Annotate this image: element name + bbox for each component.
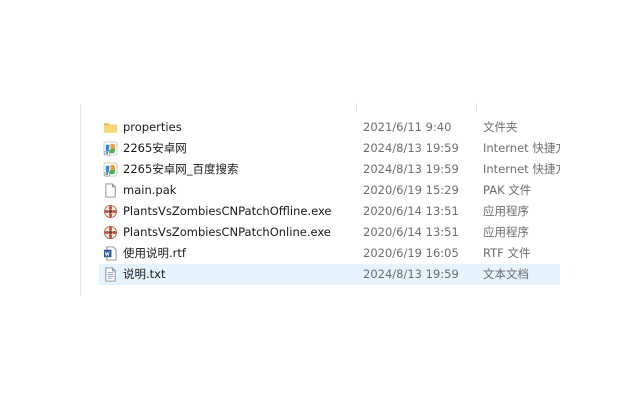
text-document-icon	[103, 267, 118, 282]
file-date-modified: 2020/6/14 13:51	[363, 225, 459, 239]
word-document-icon	[103, 246, 118, 261]
file-name: main.pak	[123, 183, 177, 197]
file-date-modified: 2020/6/19 15:29	[363, 183, 459, 197]
blank-file-icon	[103, 183, 118, 198]
file-type: 应用程序	[483, 225, 529, 239]
file-row[interactable]: properties 2021/6/11 9:40 文件夹	[99, 117, 560, 138]
file-name: PlantsVsZombiesCNPatchOffline.exe	[123, 204, 332, 218]
file-type: PAK 文件	[483, 183, 532, 197]
file-date-modified: 2020/6/19 16:05	[363, 246, 459, 260]
file-type: Internet 快捷方式	[483, 162, 560, 176]
folder-icon	[103, 120, 118, 135]
file-date-modified: 2024/8/13 19:59	[363, 162, 459, 176]
flower-app-icon	[103, 204, 118, 219]
file-date-modified: 2021/6/11 9:40	[363, 120, 452, 134]
file-row[interactable]: PlantsVsZombiesCNPatchOnline.exe 2020/6/…	[99, 222, 560, 243]
file-type: Internet 快捷方式	[483, 141, 560, 155]
file-type: RTF 文件	[483, 246, 531, 260]
file-row[interactable]: 说明.txt 2024/8/13 19:59 文本文档	[99, 264, 560, 285]
file-name: 2265安卓网_百度搜索	[123, 162, 239, 176]
file-name: properties	[123, 120, 182, 134]
file-list: properties 2021/6/11 9:40 文件夹 2265安卓网 20…	[99, 117, 560, 285]
navigation-pane-divider	[80, 104, 81, 296]
file-name: 使用说明.rtf	[123, 246, 186, 260]
column-divider-date[interactable]	[356, 103, 357, 112]
file-type: 应用程序	[483, 204, 529, 218]
file-row[interactable]: main.pak 2020/6/19 15:29 PAK 文件	[99, 180, 560, 201]
internet-shortcut-icon	[103, 162, 118, 177]
file-row[interactable]: 使用说明.rtf 2020/6/19 16:05 RTF 文件	[99, 243, 560, 264]
file-row[interactable]: 2265安卓网 2024/8/13 19:59 Internet 快捷方式	[99, 138, 560, 159]
file-name: PlantsVsZombiesCNPatchOnline.exe	[123, 225, 331, 239]
flower-app-icon	[103, 225, 118, 240]
file-explorer-window: properties 2021/6/11 9:40 文件夹 2265安卓网 20…	[0, 0, 640, 400]
file-row[interactable]: 2265安卓网_百度搜索 2024/8/13 19:59 Internet 快捷…	[99, 159, 560, 180]
internet-shortcut-icon	[103, 141, 118, 156]
file-name: 2265安卓网	[123, 141, 187, 155]
file-date-modified: 2024/8/13 19:59	[363, 267, 459, 281]
file-type: 文件夹	[483, 120, 518, 134]
file-date-modified: 2024/8/13 19:59	[363, 141, 459, 155]
file-name: 说明.txt	[123, 267, 166, 281]
file-type: 文本文档	[483, 267, 529, 281]
file-row[interactable]: PlantsVsZombiesCNPatchOffline.exe 2020/6…	[99, 201, 560, 222]
file-date-modified: 2020/6/14 13:51	[363, 204, 459, 218]
column-divider-type[interactable]	[476, 103, 477, 112]
